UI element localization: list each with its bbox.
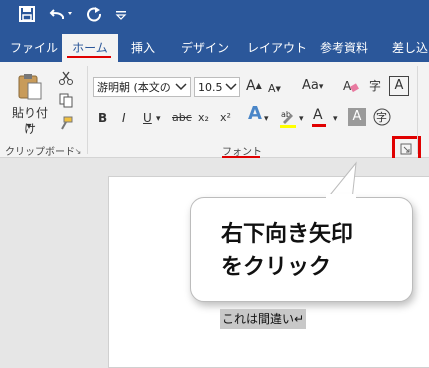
ribbon-tabs: ファイル ホーム 挿入 デザイン レイアウト 参考資料 差し込 (0, 34, 429, 62)
superscript-button[interactable]: x² (220, 110, 231, 126)
paste-dropdown-icon[interactable]: ▾ (22, 119, 36, 135)
tab-design[interactable]: デザイン (181, 34, 229, 62)
highlight-chevron-icon[interactable]: ▾ (299, 111, 304, 127)
shrink-font-icon[interactable]: A▼ (268, 81, 281, 97)
undo-icon[interactable] (48, 5, 74, 27)
callout-line-1: 右下向き矢印 (221, 222, 354, 247)
underline-button[interactable]: U (143, 110, 152, 126)
selected-text[interactable]: これは間違い↵ (220, 309, 307, 329)
title-bar (0, 0, 429, 34)
callout-pointer-join (326, 194, 356, 202)
format-painter-icon[interactable] (58, 115, 74, 131)
strikethrough-button[interactable]: abc (172, 110, 192, 126)
font-name-value: 游明朝 (本文の (97, 81, 171, 94)
font-color-button[interactable]: A (313, 107, 323, 123)
italic-button[interactable]: I (122, 110, 126, 126)
font-color-letter: A (313, 107, 323, 123)
svg-text:字: 字 (376, 110, 387, 124)
group-separator (87, 66, 88, 154)
font-name-chevron-icon[interactable] (174, 80, 188, 98)
enclose-characters-icon[interactable]: 字 (372, 107, 392, 127)
copy-icon[interactable] (58, 92, 74, 108)
change-case-button[interactable]: Aa▾ (302, 78, 323, 95)
cut-icon[interactable] (58, 70, 74, 86)
font-size-value: 10.5 (198, 81, 223, 94)
character-border-button[interactable]: A (389, 76, 409, 96)
clipboard-group-label: クリップボード (5, 147, 75, 158)
tab-file[interactable]: ファイル (10, 34, 58, 62)
paste-icon[interactable] (12, 72, 46, 102)
change-case-label: Aa (302, 78, 319, 93)
callout: 右下向き矢印 をクリック (190, 197, 413, 302)
character-shading-button[interactable]: A (348, 108, 366, 126)
underline-chevron-icon[interactable]: ▾ (156, 111, 161, 127)
callout-line-2: をクリック (221, 255, 332, 280)
clear-formatting-icon[interactable]: A (342, 77, 360, 95)
grow-font-icon[interactable]: A▲ (246, 78, 262, 94)
phonetic-guide-button[interactable]: 字 (366, 78, 384, 94)
home-tab-underline (67, 56, 111, 58)
tab-references[interactable]: 参考資料 (320, 34, 368, 62)
font-color-chevron-icon[interactable]: ▾ (333, 111, 338, 127)
repeat-icon[interactable] (84, 5, 104, 27)
subscript-button[interactable]: x₂ (198, 110, 209, 126)
text-effects-chevron-icon[interactable]: ▾ (264, 111, 269, 127)
tab-mailings[interactable]: 差し込 (392, 34, 428, 62)
text-effects-button[interactable]: A (248, 105, 262, 123)
font-color-bar (312, 124, 326, 127)
save-icon[interactable] (16, 5, 38, 27)
group-separator-right (417, 66, 418, 154)
tab-layout[interactable]: レイアウト (247, 34, 307, 62)
svg-text:A: A (343, 79, 352, 93)
highlight-color-icon[interactable]: ab (279, 107, 297, 129)
bold-button[interactable]: B (98, 110, 107, 126)
customize-icon[interactable] (114, 5, 128, 27)
tab-insert[interactable]: 挿入 (131, 34, 155, 62)
callout-text: 右下向き矢印 をクリック (221, 218, 353, 284)
font-size-chevron-icon[interactable] (224, 80, 238, 96)
